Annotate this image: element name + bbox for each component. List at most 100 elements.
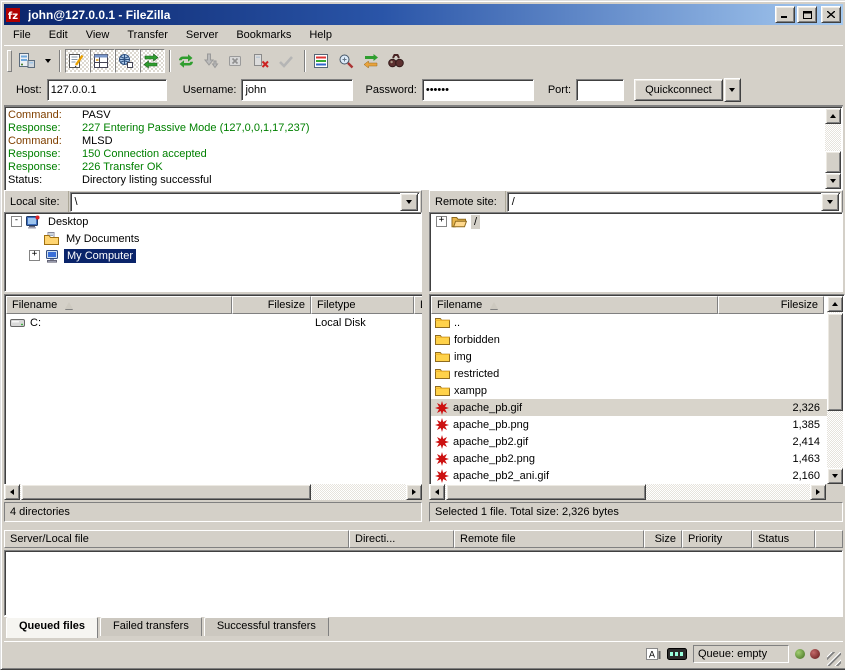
port-input[interactable] <box>576 79 624 101</box>
local-tree-item[interactable]: +My Computer <box>5 247 421 264</box>
remote-file-row[interactable]: img <box>431 348 827 365</box>
remote-list-hscrollbar[interactable] <box>429 484 826 500</box>
close-button[interactable] <box>821 6 841 23</box>
tree-expander[interactable]: + <box>29 250 40 261</box>
site-manager-button[interactable] <box>16 49 41 73</box>
scroll-thumb[interactable] <box>827 313 843 411</box>
remote-site-combo[interactable]: / <box>507 192 841 212</box>
host-input[interactable] <box>47 79 167 101</box>
menu-help[interactable]: Help <box>300 27 341 43</box>
remote-site-dropdown-button[interactable] <box>821 193 839 211</box>
remote-list-vscrollbar[interactable] <box>827 296 843 484</box>
synchronized-browsing-button[interactable] <box>360 49 385 73</box>
quickconnect-dropdown-button[interactable] <box>724 78 741 102</box>
queue-column-header-server-local-file[interactable]: Server/Local file <box>4 530 349 548</box>
queue-column-header-size[interactable]: Size <box>644 530 682 548</box>
scroll-down-button[interactable] <box>825 173 841 189</box>
log-type-label: Response: <box>8 122 82 135</box>
toggle-remote-tree-button[interactable] <box>115 49 140 73</box>
folder-icon <box>435 334 450 346</box>
toolbar-separator <box>59 50 61 72</box>
local-file-list: FilenameFilesizeFiletypeL C:Local Disk <box>4 294 424 486</box>
remote-file-row[interactable]: restricted <box>431 365 827 382</box>
local-column-header-filesize[interactable]: Filesize <box>232 296 311 314</box>
menu-server[interactable]: Server <box>177 27 227 43</box>
username-input[interactable] <box>241 79 353 101</box>
local-site-dropdown-button[interactable] <box>400 193 418 211</box>
scroll-right-button[interactable] <box>810 484 826 500</box>
scroll-thumb[interactable] <box>825 151 841 173</box>
toggle-message-log-button[interactable] <box>65 49 90 73</box>
local-list-body: C:Local Disk <box>6 314 422 484</box>
remote-column-header-filename[interactable]: Filename <box>431 296 718 314</box>
toggle-transfer-queue-button[interactable] <box>140 49 165 73</box>
remote-file-row[interactable]: apache_pb2.gif2,414 <box>431 433 827 450</box>
quickconnect-button[interactable]: Quickconnect <box>634 79 723 101</box>
toolbar-grip[interactable] <box>7 50 12 72</box>
find-files-button[interactable] <box>385 49 410 73</box>
local-tree-item[interactable]: -Desktop <box>5 213 421 230</box>
scroll-up-button[interactable] <box>827 296 843 312</box>
refresh-button[interactable] <box>175 49 200 73</box>
process-queue-icon <box>202 52 220 70</box>
local-column-header-filetype[interactable]: Filetype <box>311 296 414 314</box>
tree-expander[interactable]: - <box>11 216 22 227</box>
status-bar: A Queue: empty <box>4 641 843 666</box>
remote-file-row[interactable]: xampp <box>431 382 827 399</box>
local-site-combo[interactable]: \ <box>70 192 420 212</box>
scroll-thumb[interactable] <box>21 484 311 500</box>
local-list-hscrollbar[interactable] <box>4 484 422 500</box>
toggle-local-tree-button[interactable] <box>90 49 115 73</box>
directory-comparison-button[interactable] <box>335 49 360 73</box>
minimize-button[interactable] <box>775 6 795 23</box>
queue-column-header-directi-[interactable]: Directi... <box>349 530 454 548</box>
remote-file-row[interactable]: apache_pb2.png1,463 <box>431 450 827 467</box>
scroll-left-button[interactable] <box>429 484 445 500</box>
tab-successful-transfers[interactable]: Successful transfers <box>204 617 329 636</box>
process-queue-button[interactable] <box>200 49 225 73</box>
disconnect-button[interactable] <box>250 49 275 73</box>
tab-queued-files[interactable]: Queued files <box>6 617 98 638</box>
scroll-right-button[interactable] <box>406 484 422 500</box>
folder-icon <box>435 368 450 380</box>
directory-filter-button[interactable] <box>310 49 335 73</box>
queue-column-header-status[interactable]: Status <box>752 530 815 548</box>
reconnect-button[interactable] <box>275 49 300 73</box>
local-tree-item[interactable]: My Documents <box>5 230 421 247</box>
encryption-indicator[interactable] <box>667 648 687 660</box>
remote-tree-item[interactable]: +/ <box>430 213 842 230</box>
scroll-down-button[interactable] <box>827 468 843 484</box>
tab-failed-transfers[interactable]: Failed transfers <box>100 617 202 636</box>
maximize-button[interactable] <box>797 6 817 23</box>
remote-file-row[interactable]: forbidden <box>431 331 827 348</box>
folder-icon <box>435 385 450 397</box>
tree-expander[interactable]: + <box>436 216 447 227</box>
remote-file-row[interactable]: .. <box>431 314 827 331</box>
queue-column-header-priority[interactable]: Priority <box>682 530 752 548</box>
scroll-up-button[interactable] <box>825 108 841 124</box>
scroll-thumb[interactable] <box>446 484 646 500</box>
filename-cell: apache_pb2.gif <box>431 435 718 449</box>
queue-column-header-remote-file[interactable]: Remote file <box>454 530 644 548</box>
cancel-button[interactable] <box>225 49 250 73</box>
resize-grip[interactable] <box>827 652 841 666</box>
remote-file-row[interactable]: apache_pb2_ani.gif2,160 <box>431 467 827 484</box>
menu-view[interactable]: View <box>77 27 119 43</box>
site-manager-dropdown-button[interactable] <box>41 49 55 73</box>
pane-splitter[interactable] <box>422 190 429 524</box>
menu-file[interactable]: File <box>4 27 40 43</box>
remote-file-row[interactable]: apache_pb.gif2,326 <box>431 399 827 416</box>
scroll-left-button[interactable] <box>4 484 20 500</box>
image-file-icon <box>435 401 449 415</box>
menu-transfer[interactable]: Transfer <box>118 27 177 43</box>
local-file-row[interactable]: C:Local Disk <box>6 314 422 331</box>
remote-column-header-filesize[interactable]: Filesize <box>718 296 824 314</box>
menu-edit[interactable]: Edit <box>40 27 77 43</box>
menu-bookmarks[interactable]: Bookmarks <box>227 27 300 43</box>
password-input[interactable] <box>422 79 534 101</box>
local-column-header-filename[interactable]: Filename <box>6 296 232 314</box>
message-log-vscrollbar[interactable] <box>825 108 841 189</box>
local-column-header-l[interactable]: L <box>414 296 422 314</box>
data-type-indicator[interactable]: A <box>646 647 661 661</box>
remote-file-row[interactable]: apache_pb.png1,385 <box>431 416 827 433</box>
